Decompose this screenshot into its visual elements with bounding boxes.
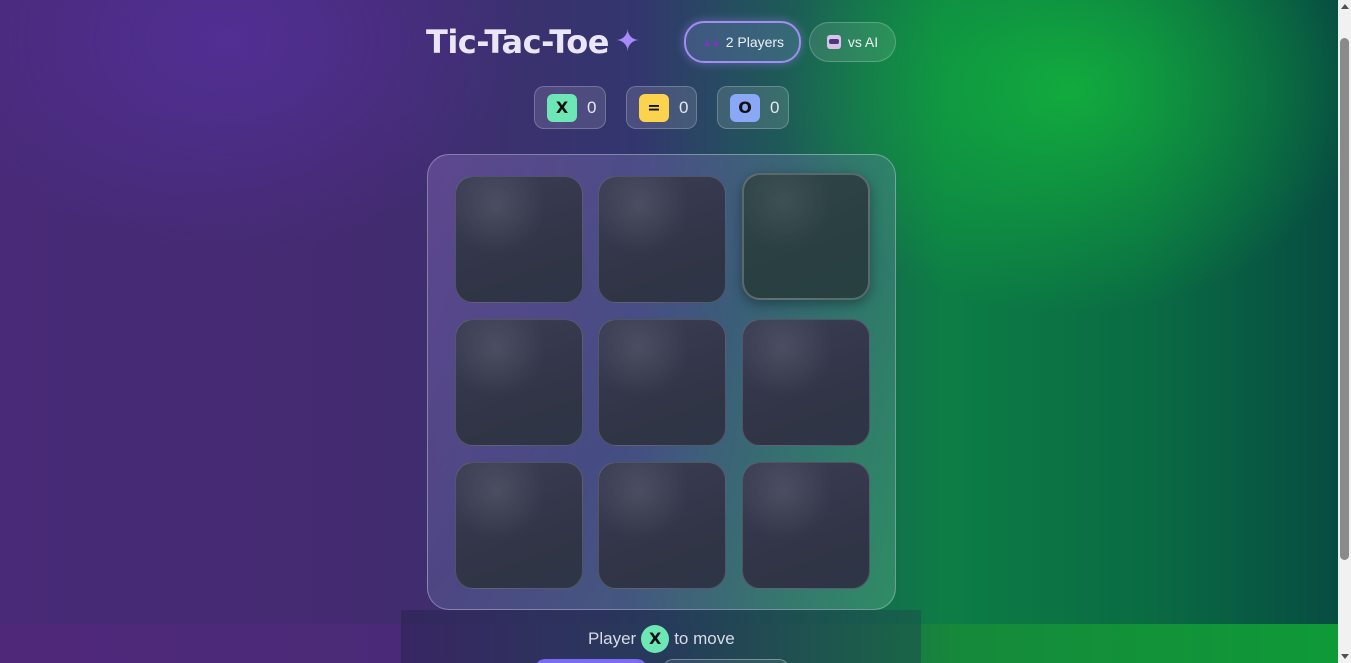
board-cell-4[interactable]	[455, 319, 583, 446]
vs-ai-mode-button[interactable]: vs AI	[809, 22, 896, 62]
score-draw: = 0	[626, 86, 697, 129]
score-o: O 0	[717, 86, 789, 129]
primary-action-button[interactable]	[535, 659, 647, 663]
board-cell-9[interactable]	[742, 462, 870, 589]
two-people-icon: ▲▲	[700, 35, 722, 49]
mode-label: 2 Players	[725, 34, 785, 50]
board-cell-2[interactable]	[598, 176, 726, 303]
current-player-badge: X	[641, 624, 670, 653]
o-score-value: 0	[770, 97, 780, 117]
scroll-up-arrow-icon[interactable]	[1341, 4, 1349, 9]
game-board	[427, 154, 896, 610]
x-score-value: 0	[587, 97, 597, 117]
board-cell-8[interactable]	[598, 462, 726, 589]
score-x: X 0	[534, 86, 606, 129]
sparkle-icon: ✦	[614, 25, 641, 58]
two-players-mode-button[interactable]: ▲▲ 2 Players	[684, 21, 801, 63]
status-prefix: Player	[588, 628, 637, 648]
robot-icon	[826, 35, 841, 49]
board-cell-5[interactable]	[598, 319, 726, 446]
game-header: Tic-Tac-Toe ✦	[426, 20, 640, 64]
board-cell-3[interactable]	[742, 173, 870, 300]
x-badge: X	[547, 93, 577, 122]
mode-label: vs AI	[847, 34, 879, 50]
board-cell-7[interactable]	[455, 462, 583, 589]
vertical-scrollbar[interactable]	[1338, 0, 1351, 663]
draw-badge: =	[639, 93, 669, 122]
board-cell-6[interactable]	[742, 319, 870, 446]
draw-score-value: 0	[679, 97, 689, 117]
turn-status: Player X to move	[588, 624, 735, 653]
scrollbar-thumb[interactable]	[1340, 38, 1349, 560]
status-suffix: to move	[674, 628, 735, 648]
page-title: Tic-Tac-Toe	[426, 23, 609, 61]
board-cell-1[interactable]	[455, 176, 583, 303]
secondary-action-button[interactable]	[663, 659, 789, 663]
o-badge: O	[730, 93, 760, 122]
scroll-down-arrow-icon[interactable]	[1341, 654, 1349, 659]
